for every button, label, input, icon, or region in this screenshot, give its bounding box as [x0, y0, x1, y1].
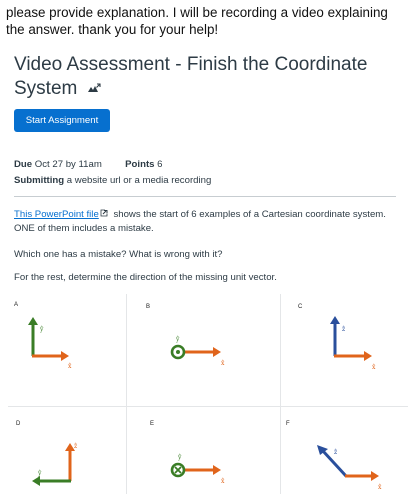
- due-value: Oct 27 by 11am: [34, 159, 102, 170]
- diagram-b-label-y: ŷ: [175, 336, 180, 343]
- diagram-e: ŷ x̂: [170, 454, 225, 485]
- diagram-grid: A ŷ x̂ B ŷ x̂ C ẑ x̂ D ẑ ŷ E ŷ x̂ F ẑ x̂: [8, 294, 408, 494]
- diagram-d: ẑ ŷ: [32, 443, 77, 486]
- grid-divider: [8, 406, 408, 407]
- start-assignment-button[interactable]: Start Assignment: [14, 109, 110, 132]
- diagram-a-label-y: ŷ: [39, 326, 44, 333]
- submitting-label: Submitting: [14, 175, 65, 186]
- powerpoint-link[interactable]: This PowerPoint file: [14, 209, 99, 220]
- diagram-c-label-z: ẑ: [342, 326, 345, 333]
- diagram-f-label-x: x̂: [378, 484, 382, 491]
- grid-divider: [280, 294, 281, 494]
- diagram-c-label: C: [298, 304, 303, 310]
- diagram-a-label-x: x̂: [68, 363, 72, 370]
- due-points-row: Due Oct 27 by 11am Points 6: [14, 159, 163, 171]
- diagram-d-label-y: ŷ: [37, 470, 42, 477]
- assignment-title: Video Assessment - Finish the Coordinate…: [14, 54, 368, 99]
- diagram-a-label: A: [14, 302, 19, 308]
- diagram-f: ẑ x̂: [317, 445, 382, 491]
- diagram-b: ŷ x̂: [170, 336, 225, 367]
- diagram-e-label: E: [150, 421, 155, 427]
- diagram-d-label: D: [16, 421, 21, 427]
- diagram-e-label-x: x̂: [221, 478, 225, 485]
- external-tool-icon[interactable]: [87, 76, 101, 92]
- description-paragraph-3: For the rest, determine the direction of…: [14, 272, 277, 283]
- diagram-c: ẑ x̂: [330, 316, 376, 371]
- description-paragraph-1: This PowerPoint file shows the start of …: [14, 208, 394, 235]
- assignment-title-block: Video Assessment - Finish the Coordinate…: [14, 53, 394, 100]
- due-label: Due: [14, 159, 33, 170]
- submitting-row: Submitting a website url or a media reco…: [14, 175, 211, 187]
- diagram-c-label-x: x̂: [372, 364, 376, 371]
- diagram-f-label: F: [286, 421, 290, 427]
- grid-divider: [126, 294, 127, 494]
- submitting-value: a website url or a media recording: [66, 175, 212, 186]
- diagram-a: ŷ x̂: [28, 317, 72, 370]
- divider: [14, 196, 396, 197]
- diagram-e-label-y: ŷ: [177, 454, 182, 461]
- points-value: 6: [157, 159, 163, 170]
- points-label: Points: [125, 159, 155, 170]
- diagram-f-label-z: ẑ: [334, 449, 337, 456]
- diagram-b-label-x: x̂: [221, 360, 225, 367]
- diagram-d-label-z: ẑ: [74, 443, 77, 450]
- question-text: please provide explanation. I will be re…: [6, 5, 388, 37]
- diagram-b-label: B: [146, 304, 151, 310]
- description-paragraph-2: Which one has a mistake? What is wrong w…: [14, 249, 223, 260]
- file-link-icon[interactable]: [100, 208, 109, 217]
